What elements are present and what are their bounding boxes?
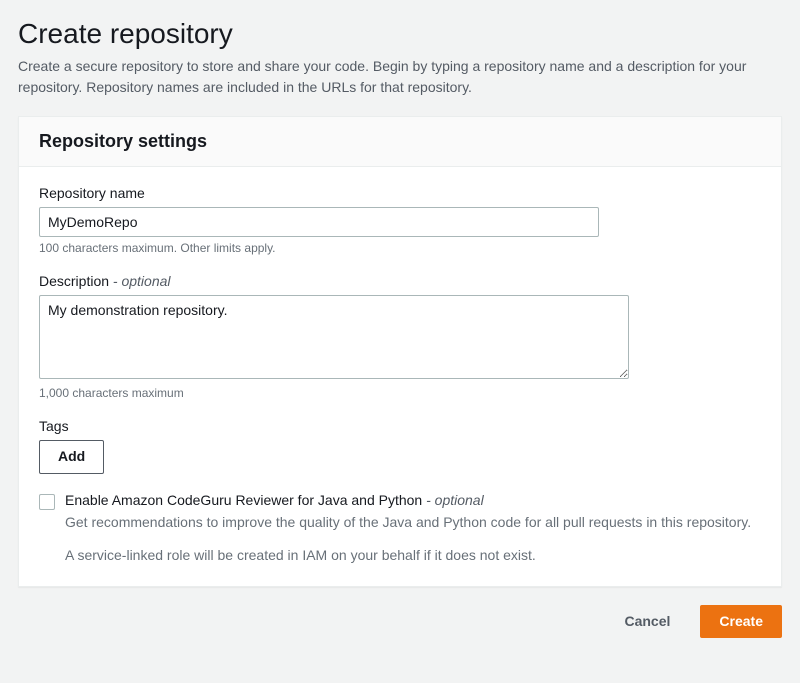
tags-field: Tags Add [39, 418, 761, 474]
panel-header: Repository settings [19, 117, 781, 167]
codeguru-field: Enable Amazon CodeGuru Reviewer for Java… [39, 492, 761, 566]
codeguru-desc-2: A service-linked role will be created in… [65, 545, 761, 566]
repo-name-label: Repository name [39, 185, 761, 201]
codeguru-checkbox[interactable] [39, 494, 55, 510]
codeguru-label: Enable Amazon CodeGuru Reviewer for Java… [65, 492, 761, 508]
codeguru-desc-1: Get recommendations to improve the quali… [65, 512, 761, 533]
description-hint: 1,000 characters maximum [39, 386, 761, 400]
add-tag-button[interactable]: Add [39, 440, 104, 474]
repo-name-input[interactable] [39, 207, 599, 237]
create-button[interactable]: Create [700, 605, 782, 639]
page-title: Create repository [18, 18, 782, 50]
repo-name-hint: 100 characters maximum. Other limits app… [39, 241, 761, 255]
tags-label: Tags [39, 418, 761, 434]
cancel-button[interactable]: Cancel [606, 606, 688, 638]
footer-actions: Cancel Create [18, 605, 782, 639]
description-textarea[interactable] [39, 295, 629, 379]
description-field: Description - optional 1,000 characters … [39, 273, 761, 400]
page-description: Create a secure repository to store and … [18, 56, 782, 98]
panel-title: Repository settings [39, 131, 761, 152]
repo-name-field: Repository name 100 characters maximum. … [39, 185, 761, 255]
repository-settings-panel: Repository settings Repository name 100 … [18, 116, 782, 587]
description-label: Description - optional [39, 273, 761, 289]
